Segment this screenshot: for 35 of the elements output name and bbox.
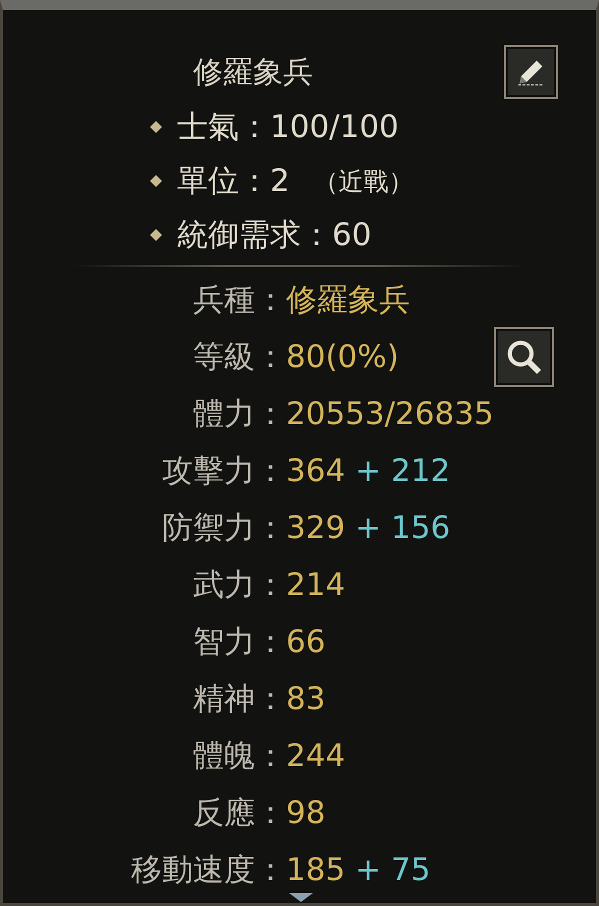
stat-label: 移動速度： [131,850,286,890]
stat-bonus: + 75 [355,852,430,888]
stat-label: 體魄： [193,736,286,776]
attribute-text: 單位：2 [177,162,290,201]
stat-value: 185 [286,852,346,888]
stat-label: 精神： [193,680,286,718]
stat-label: 防禦力： [162,508,286,548]
stat-value: 66 [286,624,326,660]
stat-value: 98 [286,794,326,830]
stat-bonus: + 212 [355,452,450,488]
diamond-icon [149,228,163,242]
stat-value: 修羅象兵 [286,280,410,320]
edit-button[interactable] [504,45,558,99]
diamond-icon [149,174,163,188]
stat-value: 329 [286,510,346,546]
attribute-text: 統御需求：60 [177,216,372,255]
stat-label: 等級： [193,338,286,376]
attribute-text: 士氣：100/100 [177,108,399,147]
stat-value: 364 [286,452,346,488]
stat-label: 攻擊力： [162,452,286,490]
stat-label: 兵種： [193,280,286,320]
stat-value: 244 [286,738,346,774]
diamond-icon [149,120,163,134]
stat-bonus: + 156 [355,510,450,546]
stat-value: 83 [286,680,326,716]
stat-value: 20553/26835 [286,396,494,432]
stat-label: 體力： [193,394,286,434]
attribute-note: （近戰） [314,166,414,198]
unit-name: 修羅象兵 [193,54,313,92]
stat-value: 80(0%) [286,338,399,374]
stat-label: 武力： [193,566,286,604]
search-button[interactable] [494,326,554,386]
stat-label: 智力： [193,622,286,662]
stat-value: 214 [286,566,346,602]
stat-label: 反應： [193,794,286,832]
